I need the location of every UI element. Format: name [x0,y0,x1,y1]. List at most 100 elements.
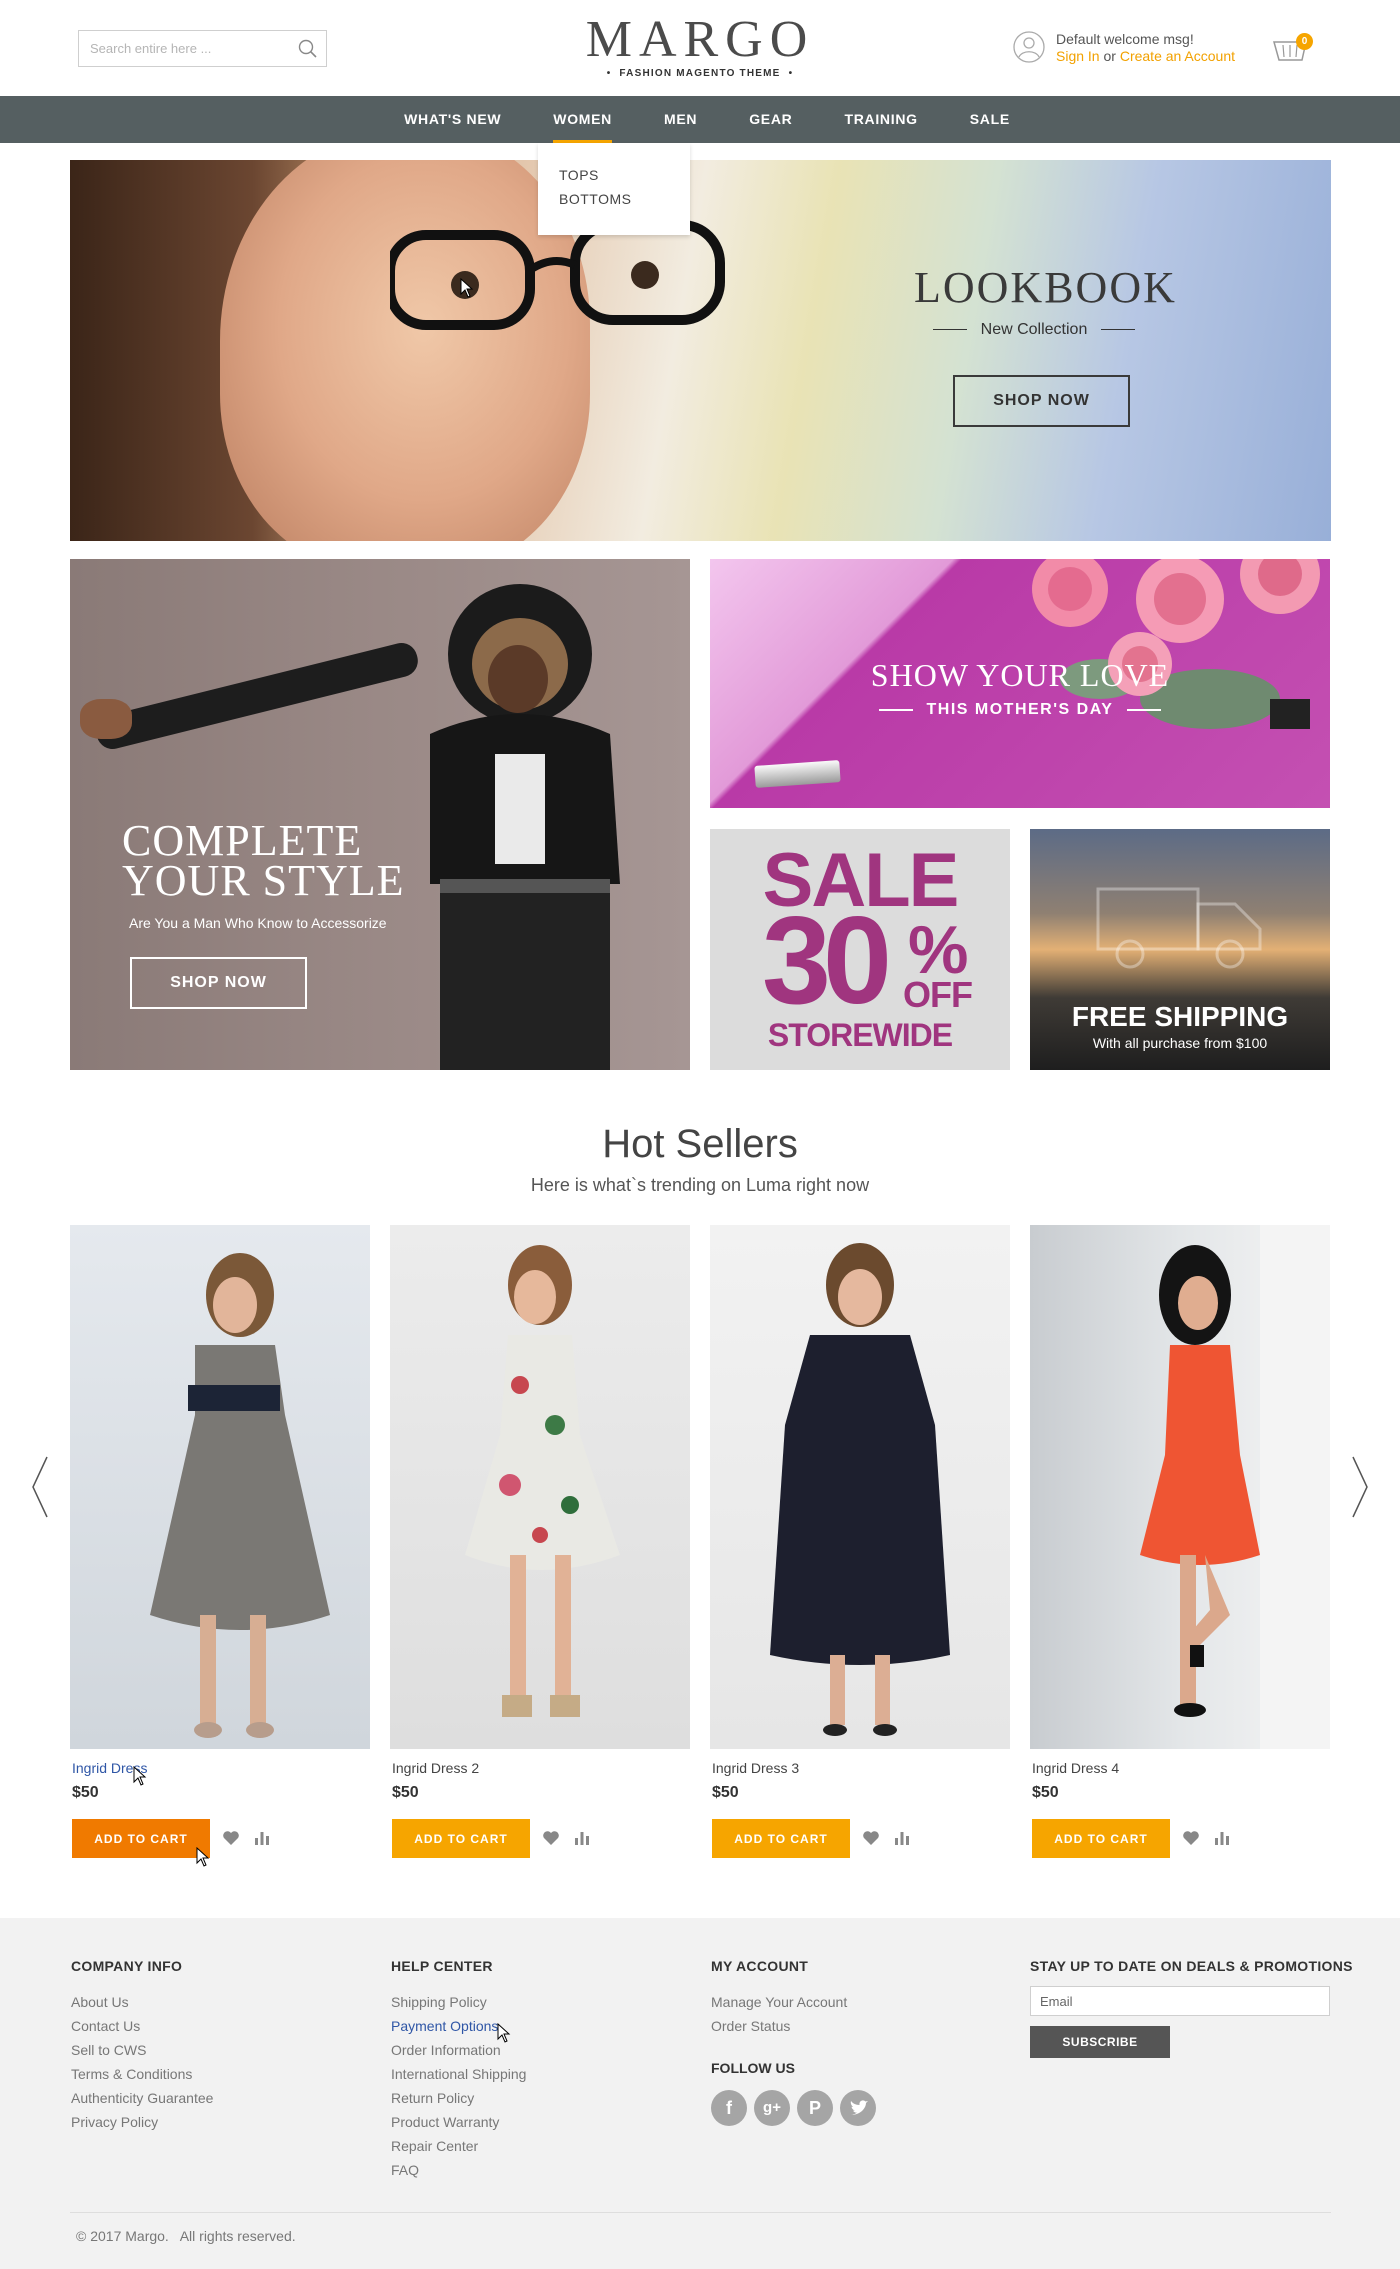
twitter-icon[interactable] [840,2090,876,2126]
product-price: $50 [712,1784,739,1801]
auth-links: Sign In or Create an Account [1056,48,1235,64]
social-links: f g+ P [711,2090,876,2126]
wishlist-heart-icon[interactable] [1182,1829,1200,1847]
compare-icon[interactable] [893,1829,911,1847]
product-name[interactable]: Ingrid Dress 2 [392,1760,479,1776]
nav-item-men[interactable]: MEN [638,96,723,143]
carousel-prev-arrow-icon[interactable] [30,1455,50,1519]
footer-link[interactable]: FAQ [391,2158,526,2182]
promo-style-title-line2: YOUR STYLE [122,856,405,905]
footer-link[interactable]: Contact Us [71,2014,213,2038]
sale-storewide-text: STOREWIDE [767,1017,953,1053]
footer-link[interactable]: Repair Center [391,2134,526,2158]
account-area: Default welcome msg! Sign In or Create a… [1013,29,1293,69]
dropdown-item-bottoms[interactable]: BOTTOMS [559,187,690,211]
product-image[interactable] [70,1225,370,1749]
search-box[interactable] [78,30,327,67]
footer-link[interactable]: Return Policy [391,2086,526,2110]
shipping-title: FREE SHIPPING [1071,1001,1289,1032]
nav-item-whats-new[interactable]: WHAT'S NEW [378,96,527,143]
pinterest-icon[interactable]: P [797,2090,833,2126]
nav-item-sale[interactable]: SALE [944,96,1036,143]
welcome-message: Default welcome msg! [1056,31,1194,47]
newsletter-title: STAY UP TO DATE ON DEALS & PROMOTIONS [1030,1958,1353,1974]
create-account-link[interactable]: Create an Account [1120,48,1235,64]
product-price: $50 [72,1784,99,1801]
hot-sellers-title: Hot Sellers [602,1122,798,1166]
google-plus-icon[interactable]: g+ [754,2090,790,2126]
footer-account-column: MY ACCOUNT Manage Your Account Order Sta… [711,1958,876,2126]
carousel-next-arrow-icon[interactable] [1350,1455,1370,1519]
compare-icon[interactable] [253,1829,271,1847]
promo-sale[interactable]: SALE 30 % OFF STOREWIDE [710,829,1010,1070]
follow-us-title: FOLLOW US [711,2060,795,2076]
dropdown-item-tops[interactable]: TOPS [559,163,690,187]
add-to-cart-button[interactable]: ADD TO CART [392,1819,530,1858]
add-to-cart-button[interactable]: ADD TO CART [1032,1819,1170,1858]
hero-shop-now-button[interactable]: SHOP NOW [953,375,1130,427]
truck-icon [1096,887,1262,969]
footer-link[interactable]: Shipping Policy [391,1990,526,2014]
promo-complete-style[interactable]: COMPLETE YOUR STYLE Are You a Man Who Kn… [70,559,690,1070]
lipstick-image [754,760,841,788]
footer-link[interactable]: Authenticity Guarantee [71,2086,213,2110]
nav-item-gear[interactable]: GEAR [723,96,818,143]
footer-link[interactable]: Manage Your Account [711,1990,876,2014]
add-to-cart-button[interactable]: ADD TO CART [72,1819,210,1858]
product-model-image [150,1253,330,1738]
sale-off-text: OFF [903,974,973,1015]
product-card: Ingrid Dress 4 $50 ADD TO CART [1030,1225,1330,1865]
product-image[interactable] [710,1225,1010,1749]
promo-style-title: COMPLETE YOUR STYLE [122,816,405,905]
promo-style-shop-now-button[interactable]: SHOP NOW [130,957,307,1009]
product-image[interactable] [1030,1225,1330,1749]
footer-link[interactable]: About Us [71,1990,213,2014]
site-header: MARGO FASHION MAGENTO THEME Default welc… [0,0,1400,96]
promo-style-title-line1: COMPLETE [122,816,363,865]
nav-item-training[interactable]: TRAINING [818,96,943,143]
footer-link[interactable]: Product Warranty [391,2110,526,2134]
copyright-text: © 2017 Margo. All rights reserved. [76,2228,296,2244]
footer-help-title: HELP CENTER [391,1958,493,1974]
product-name[interactable]: Ingrid Dress 4 [1032,1760,1119,1776]
footer-link[interactable]: International Shipping [391,2062,526,2086]
cart-button[interactable]: 0 [1271,30,1313,68]
product-card: Ingrid Dress 2 $50 ADD TO CART [390,1225,690,1865]
compare-icon[interactable] [573,1829,591,1847]
facebook-icon[interactable]: f [711,2090,747,2126]
footer-link[interactable]: Terms & Conditions [71,2062,213,2086]
sign-in-link[interactable]: Sign In [1056,48,1100,64]
logo-tagline: FASHION MAGENTO THEME [560,68,840,79]
hero-banner[interactable]: LOOKBOOK New Collection SHOP NOW [70,160,1331,541]
product-image[interactable] [390,1225,690,1749]
promo-free-shipping[interactable]: FREE SHIPPING With all purchase from $10… [1030,829,1330,1070]
subscribe-button[interactable]: SUBSCRIBE [1030,2026,1170,2058]
compare-icon[interactable] [1213,1829,1231,1847]
wishlist-heart-icon[interactable] [862,1829,880,1847]
product-card: Ingrid Dress 3 $50 ADD TO CART [710,1225,1010,1865]
product-model-image [770,1243,950,1736]
search-icon[interactable] [297,38,319,60]
footer-link[interactable]: Order Status [711,2014,876,2038]
promo-model-hand [80,699,132,739]
wishlist-heart-icon[interactable] [222,1829,240,1847]
newsletter-email-input[interactable] [1030,1986,1330,2016]
add-to-cart-button[interactable]: ADD TO CART [712,1819,850,1858]
main-nav: WHAT'S NEW WOMEN MEN GEAR TRAINING SALE [0,96,1400,143]
product-card: Ingrid Dress $50 ADD TO CART [70,1225,370,1865]
hero-text: LOOKBOOK New Collection [914,262,1175,339]
nav-item-women[interactable]: WOMEN [527,96,638,143]
site-logo[interactable]: MARGO FASHION MAGENTO THEME [560,10,840,79]
shipping-subtitle: With all purchase from $100 [1092,1035,1268,1051]
search-input[interactable] [79,31,289,66]
promo-mothers-day[interactable]: SHOW YOUR LOVE THIS MOTHER'S DAY [710,559,1330,808]
product-price: $50 [1032,1784,1059,1801]
wishlist-heart-icon[interactable] [542,1829,560,1847]
product-name[interactable]: Ingrid Dress 3 [712,1760,799,1776]
product-price: $50 [392,1784,419,1801]
footer-divider [70,2212,1331,2213]
promo-love-subtitle: THIS MOTHER'S DAY [710,701,1330,719]
footer-link[interactable]: Sell to CWS [71,2038,213,2062]
product-model-image [1140,1225,1330,1749]
footer-link[interactable]: Privacy Policy [71,2110,213,2134]
